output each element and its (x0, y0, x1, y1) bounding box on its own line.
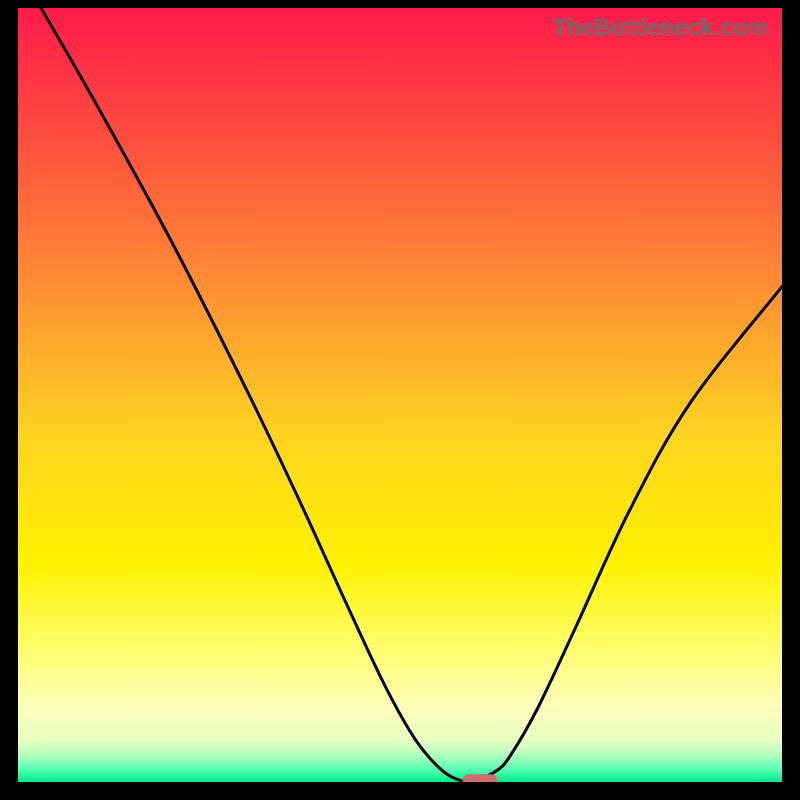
plot-area: TheBottleneck.com (18, 8, 782, 782)
watermark-text: TheBottleneck.com (552, 14, 768, 41)
chart-frame: TheBottleneck.com (0, 0, 800, 800)
bottleneck-curve (18, 8, 782, 782)
